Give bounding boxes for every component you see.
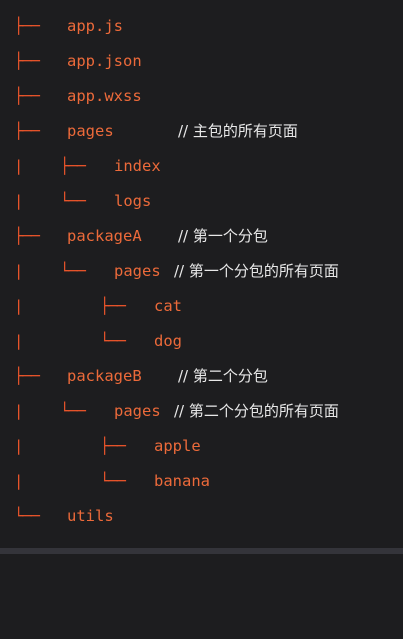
file-name: app.wxss bbox=[67, 87, 142, 105]
tree-branch: ├── bbox=[100, 297, 126, 315]
tree-guide: | bbox=[14, 157, 23, 175]
tree-comment: // 第一个分包的所有页面 bbox=[174, 262, 339, 280]
directory-tree: ├── app.js ├── app.json ├── app.wxss ├──… bbox=[0, 0, 403, 554]
tree-row-utils: └── utils bbox=[0, 499, 114, 534]
tree-guide: | bbox=[14, 262, 23, 280]
tree-branch: ├── bbox=[14, 227, 40, 245]
folder-name: index bbox=[114, 157, 161, 175]
tree-row-app-json: ├── app.json bbox=[0, 44, 142, 79]
tree-guide: | bbox=[14, 437, 23, 455]
folder-name: pages bbox=[114, 402, 161, 420]
file-name: app.json bbox=[67, 52, 142, 70]
tree-row-packageB: ├── packageB // 第二个分包 bbox=[0, 359, 268, 394]
folder-name: packageB bbox=[67, 367, 142, 385]
tree-guide: | bbox=[14, 472, 23, 490]
tree-row-cat: | ├── cat bbox=[0, 289, 182, 324]
tree-row-app-wxss: ├── app.wxss bbox=[0, 79, 142, 114]
tree-branch: ├── bbox=[14, 367, 40, 385]
tree-row-logs: | └── logs bbox=[0, 184, 151, 219]
tree-guide: | bbox=[14, 332, 23, 350]
folder-name: pages bbox=[114, 262, 161, 280]
folder-name: pages bbox=[67, 122, 114, 140]
folder-name: apple bbox=[154, 437, 201, 455]
tree-row-packageB-pages: | └── pages // 第二个分包的所有页面 bbox=[0, 394, 339, 429]
tree-row-packageA-pages: | └── pages // 第一个分包的所有页面 bbox=[0, 254, 339, 289]
tree-branch: └── bbox=[60, 192, 86, 210]
tree-branch: └── bbox=[60, 402, 86, 420]
tree-branch: ├── bbox=[14, 122, 40, 140]
tree-guide: | bbox=[14, 297, 23, 315]
tree-branch: └── bbox=[100, 332, 126, 350]
folder-name: packageA bbox=[67, 227, 142, 245]
tree-branch: └── bbox=[14, 507, 40, 525]
bottom-edge bbox=[0, 548, 403, 554]
tree-row-apple: | ├── apple bbox=[0, 429, 201, 464]
tree-branch: ├── bbox=[14, 52, 40, 70]
tree-row-index: | ├── index bbox=[0, 149, 161, 184]
tree-row-app-js: ├── app.js bbox=[0, 9, 123, 44]
tree-branch: └── bbox=[100, 472, 126, 490]
tree-row-banana: | └── banana bbox=[0, 464, 210, 499]
folder-name: dog bbox=[154, 332, 182, 350]
tree-row-pages: ├── pages // 主包的所有页面 bbox=[0, 114, 298, 149]
folder-name: utils bbox=[67, 507, 114, 525]
tree-comment: // 第一个分包 bbox=[178, 227, 268, 245]
tree-comment: // 主包的所有页面 bbox=[178, 122, 298, 140]
tree-row-dog: | └── dog bbox=[0, 324, 182, 359]
file-name: app.js bbox=[67, 17, 123, 35]
tree-comment: // 第二个分包的所有页面 bbox=[174, 402, 339, 420]
tree-comment: // 第二个分包 bbox=[178, 367, 268, 385]
folder-name: cat bbox=[154, 297, 182, 315]
tree-row-packageA: ├── packageA // 第一个分包 bbox=[0, 219, 268, 254]
tree-branch: ├── bbox=[100, 437, 126, 455]
tree-guide: | bbox=[14, 402, 23, 420]
tree-branch: ├── bbox=[14, 17, 40, 35]
tree-branch: └── bbox=[60, 262, 86, 280]
folder-name: logs bbox=[114, 192, 152, 210]
tree-branch: ├── bbox=[14, 87, 40, 105]
folder-name: banana bbox=[154, 472, 210, 490]
tree-guide: | bbox=[14, 192, 23, 210]
tree-branch: ├── bbox=[60, 157, 86, 175]
